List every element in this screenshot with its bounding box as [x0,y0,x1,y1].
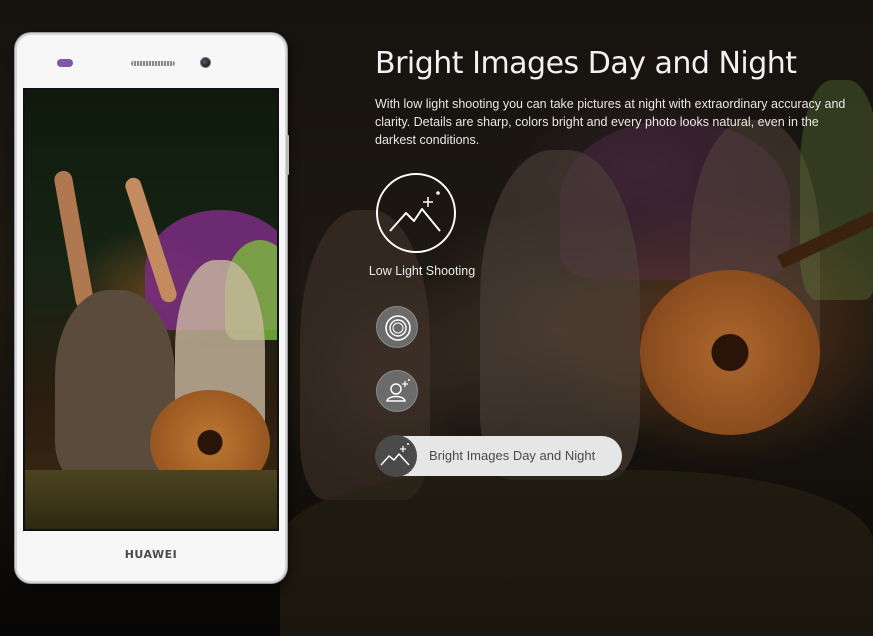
portrait-sparkle-icon [386,379,410,402]
phone-brand-logo: HUAWEI [124,548,178,561]
phone-screen [23,88,279,531]
pill-icon-circle [375,435,417,477]
feature-bright-images-label: Bright Images Day and Night [429,448,596,463]
mountain-sparkle-icon [380,443,410,466]
photo-man-arm [52,169,96,311]
phone-device: HUAWEI [15,33,289,583]
feature-description: With low light shooting you can take pic… [375,97,846,147]
bg-guitar [640,270,820,435]
aperture-icon [385,315,411,341]
feature-portrait-button[interactable] [376,370,418,412]
photo-grass [25,470,277,529]
mountain-sparkle-icon [389,191,441,232]
feature-aperture-button[interactable] [376,306,418,348]
screen-photo [25,90,277,529]
feature-low-light-button[interactable] [376,173,456,253]
feature-bright-images-button[interactable]: Bright Images Day and Night [375,435,622,477]
front-camera [200,57,211,68]
bg-person-center [480,150,640,480]
notification-led [57,59,73,67]
side-button [286,135,289,175]
feature-title: Bright Images Day and Night [375,46,797,81]
feature-low-light-label: Low Light Shooting [368,264,476,278]
bg-grass [280,470,873,636]
earpiece-grille [131,61,175,66]
